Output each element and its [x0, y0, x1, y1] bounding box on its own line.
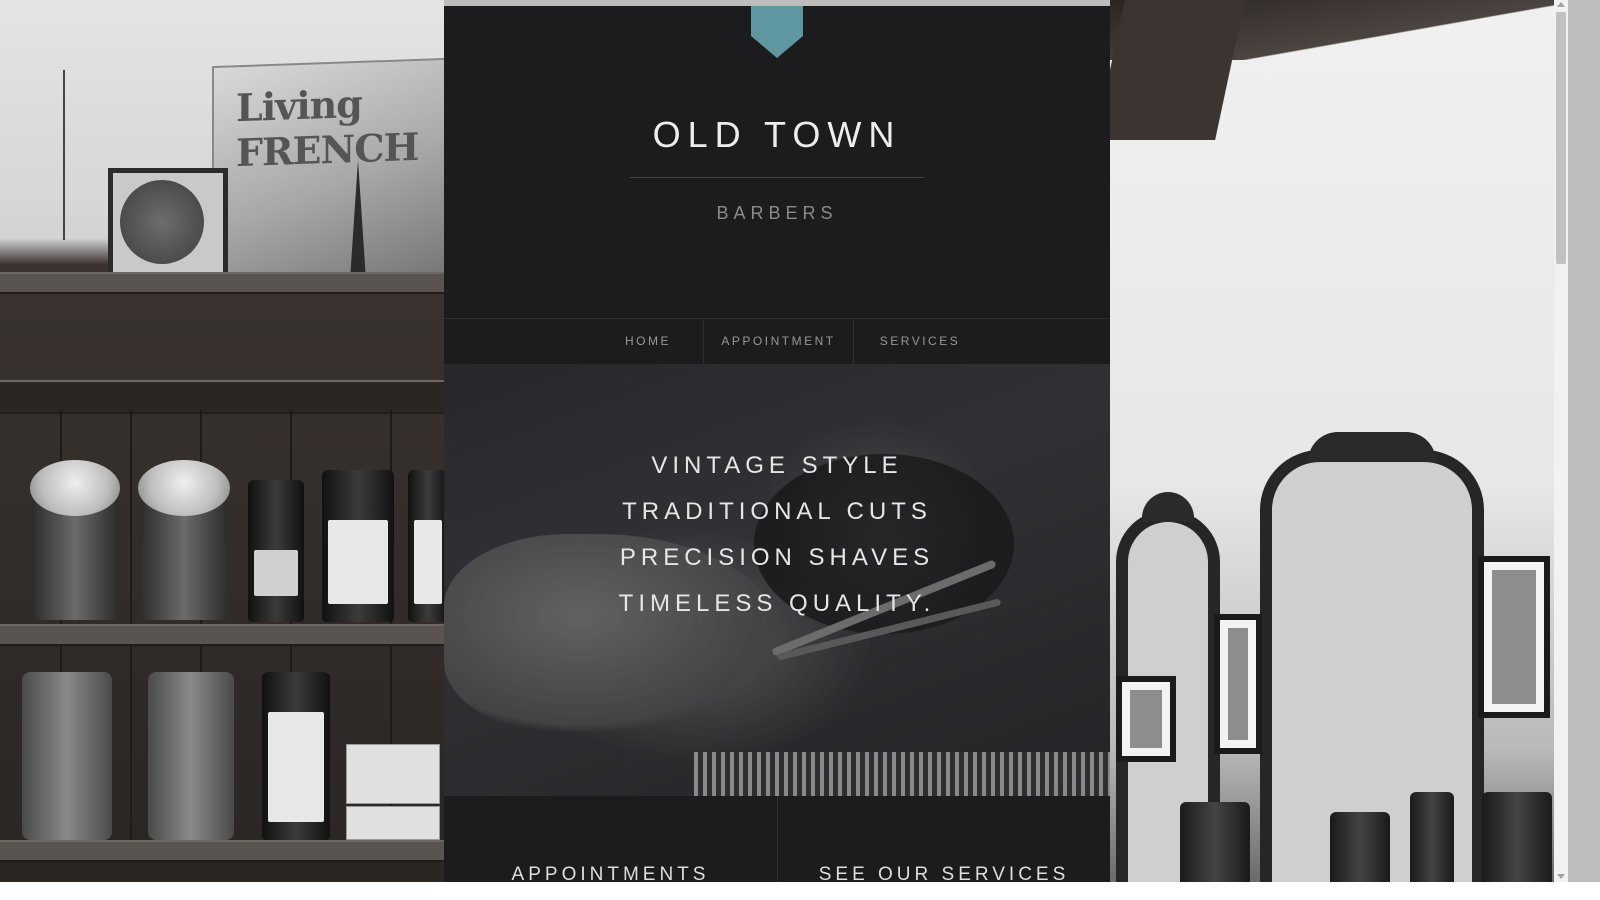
tonic-bottle — [248, 480, 304, 622]
site-title: OLD TOWN — [652, 114, 902, 155]
wall-frame — [1214, 614, 1262, 754]
main-nav: HOME APPOINTMENT SERVICES — [444, 318, 1110, 365]
scroll-down-arrow-icon[interactable] — [1557, 874, 1565, 879]
pomade-jar — [138, 460, 230, 620]
eiffel-tower-figurine — [350, 160, 366, 280]
wall-frame — [1478, 556, 1550, 718]
pump-bottle — [322, 470, 394, 622]
wall-frame — [1116, 676, 1176, 762]
hero-tagline-line: VINTAGE STYLE — [651, 452, 903, 479]
soap-box — [346, 806, 440, 840]
title-divider — [630, 177, 924, 178]
soap-box — [346, 744, 440, 804]
bookmark-ribbon-icon — [751, 6, 803, 62]
pomade-jar — [30, 460, 120, 620]
shelf-middle — [0, 624, 444, 646]
barber-station — [1180, 802, 1250, 882]
tall-bottle — [262, 672, 330, 840]
vintage-sign: Living FRENCH — [212, 57, 444, 285]
nav-appointment[interactable]: APPOINTMENT — [703, 319, 854, 365]
window-bottom-strip — [0, 882, 1600, 900]
shelf-cornice — [0, 380, 444, 414]
pump-bottle — [408, 470, 444, 622]
feature-cards: APPOINTMENTS SEE OUR SERVICES — [444, 796, 1110, 882]
ceiling-beam — [1110, 0, 1245, 140]
hero-banner: VINTAGE STYLE TRADITIONAL CUTS PRECISION… — [444, 364, 1110, 796]
hero-overlay — [444, 364, 1110, 796]
scrollbar-thumb[interactable] — [1556, 12, 1566, 264]
nav-home[interactable]: HOME — [594, 319, 702, 365]
vertical-scrollbar[interactable] — [1554, 0, 1568, 882]
tin-stack — [148, 672, 234, 840]
hero-tagline-line: TIMELESS QUALITY. — [618, 590, 936, 617]
background-photo-right — [1110, 0, 1554, 882]
barber-station — [1482, 792, 1552, 882]
site-subtitle: BARBERS — [716, 203, 838, 223]
sign-text: Living FRENCH — [236, 80, 419, 176]
appointments-card-title[interactable]: APPOINTMENTS — [444, 864, 777, 882]
hero-tagline-line: PRECISION SHAVES — [619, 544, 935, 571]
scroll-up-arrow-icon[interactable] — [1557, 2, 1565, 7]
bottle-silhouette — [1410, 792, 1454, 882]
barber-station — [1330, 812, 1390, 882]
hero-tagline-line: TRADITIONAL CUTS — [622, 498, 932, 525]
shelf-bottom — [0, 840, 444, 862]
services-card-title[interactable]: SEE OUR SERVICES — [778, 864, 1110, 882]
ship-model — [0, 70, 65, 240]
tin-stack — [22, 672, 112, 840]
main-panel: OLD TOWN BARBERS HOME APPOINTMENT SERVIC… — [444, 6, 1110, 882]
background-photo-left: Living FRENCH — [0, 0, 444, 882]
shelf-top — [0, 272, 444, 294]
hand-mirror — [120, 180, 204, 264]
nav-services[interactable]: SERVICES — [853, 319, 987, 365]
